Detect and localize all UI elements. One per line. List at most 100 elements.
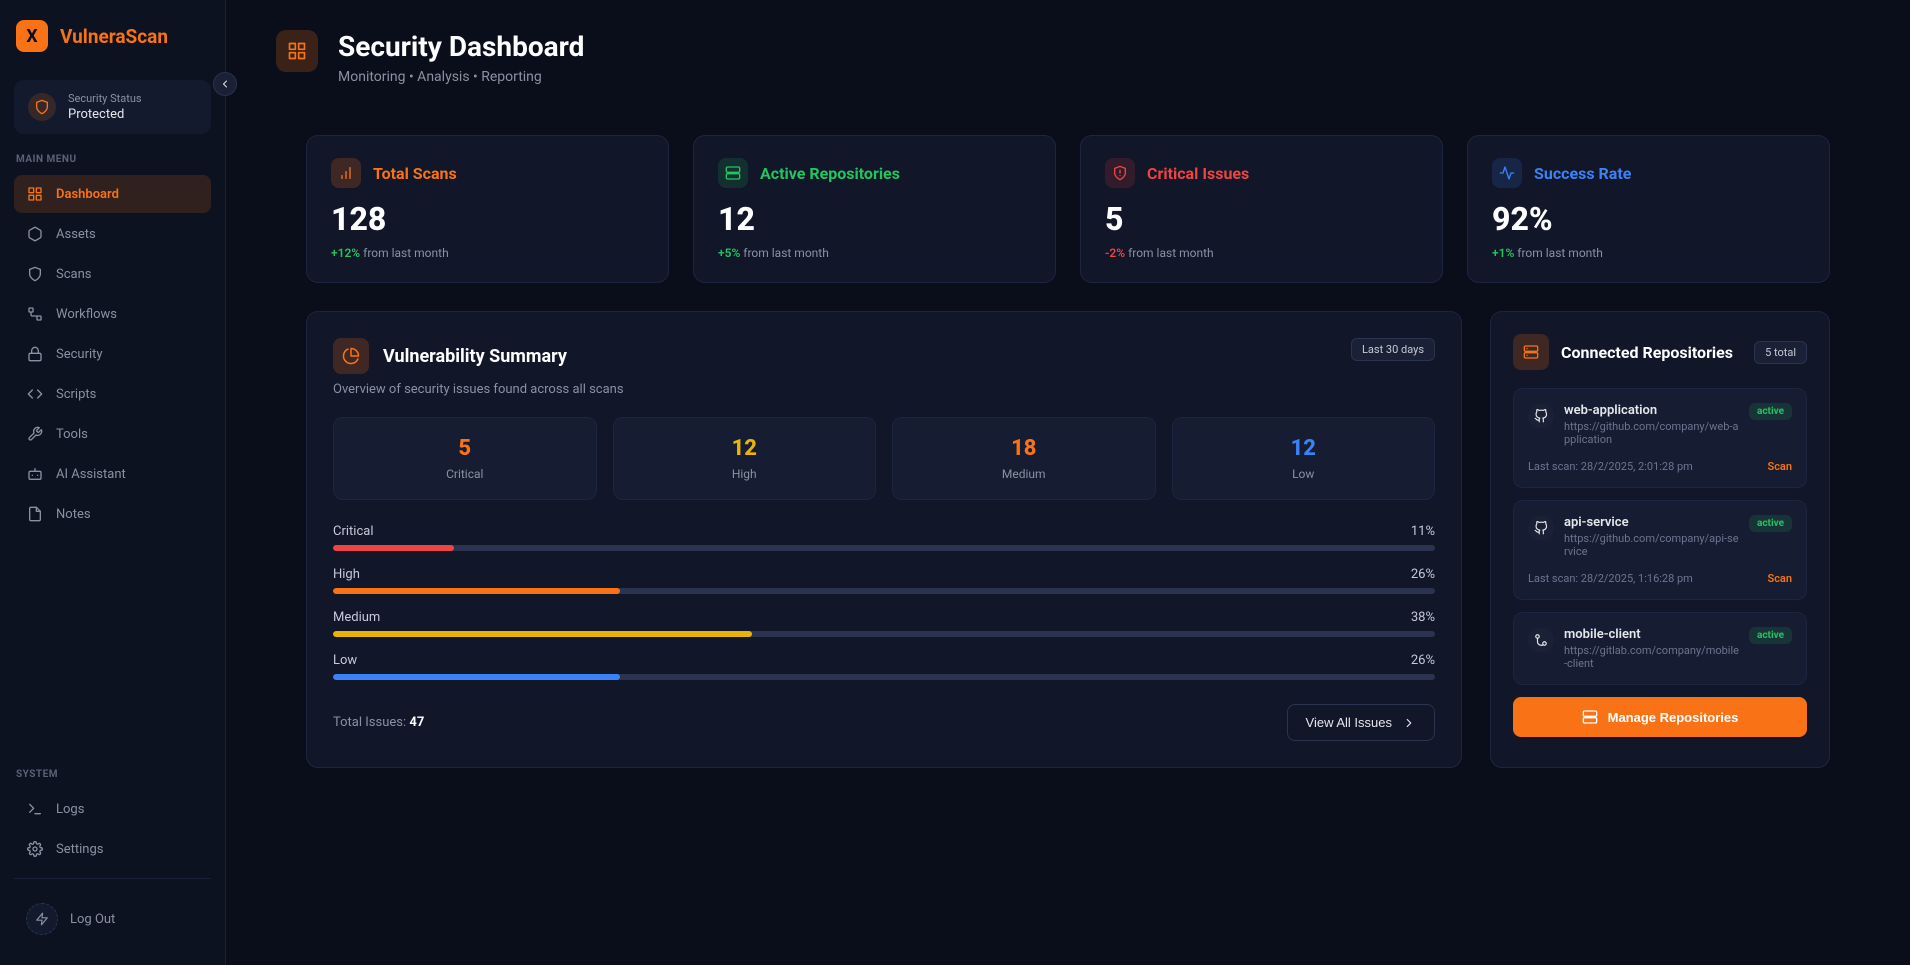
total-issues: Total Issues: 47 bbox=[333, 715, 424, 730]
bar-fill bbox=[333, 631, 752, 637]
sidebar-item-label: Tools bbox=[56, 427, 88, 442]
bot-icon bbox=[26, 465, 44, 483]
sidebar-item-security[interactable]: Security bbox=[14, 335, 211, 373]
stat-icon bbox=[1105, 158, 1135, 188]
repo-card[interactable]: web-applicationhttps://github.com/compan… bbox=[1513, 388, 1807, 488]
stat-label: Active Repositories bbox=[760, 164, 900, 183]
stat-change: +1% from last month bbox=[1492, 246, 1805, 260]
sidebar-item-logs[interactable]: Logs bbox=[14, 790, 211, 828]
stat-change: +12% from last month bbox=[331, 246, 644, 260]
progress-bar-item: Medium38% bbox=[333, 610, 1435, 637]
page-subtitle: Monitoring • Analysis • Reporting bbox=[338, 69, 584, 85]
panel-header: Vulnerability Summary Overview of securi… bbox=[333, 338, 1435, 397]
sidebar-item-scripts[interactable]: Scripts bbox=[14, 375, 211, 413]
stat-card: Active Repositories 12 +5% from last mon… bbox=[693, 135, 1056, 283]
shield-icon bbox=[26, 265, 44, 283]
last-scan-time: Last scan: 28/2/2025, 2:01:28 pm bbox=[1528, 460, 1693, 473]
page-title: Security Dashboard bbox=[338, 30, 584, 63]
severity-bars: Critical11%High26%Medium38%Low26% bbox=[333, 524, 1435, 680]
view-all-issues-button[interactable]: View All Issues bbox=[1287, 704, 1435, 741]
logout-button[interactable]: Log Out bbox=[14, 893, 211, 945]
sidebar-item-assets[interactable]: Assets bbox=[14, 215, 211, 253]
code-icon bbox=[26, 385, 44, 403]
server-icon bbox=[1513, 334, 1549, 370]
sidebar-item-ai-assistant[interactable]: AI Assistant bbox=[14, 455, 211, 493]
status-badge: active bbox=[1749, 627, 1792, 644]
repos-header: Connected Repositories 5 total bbox=[1513, 334, 1807, 370]
severity-card: 12Low bbox=[1172, 417, 1436, 500]
sidebar-item-settings[interactable]: Settings bbox=[14, 830, 211, 868]
content-row: Vulnerability Summary Overview of securi… bbox=[276, 311, 1860, 768]
stat-value: 128 bbox=[331, 200, 644, 238]
server-icon bbox=[1582, 709, 1598, 725]
sidebar-item-tools[interactable]: Tools bbox=[14, 415, 211, 453]
app-name: VulneraScan bbox=[60, 25, 168, 48]
repo-card[interactable]: api-servicehttps://github.com/company/ap… bbox=[1513, 500, 1807, 600]
repo-name: mobile-client bbox=[1564, 627, 1739, 642]
dashboard-icon bbox=[26, 185, 44, 203]
scan-action[interactable]: Scan bbox=[1767, 460, 1792, 473]
stat-value: 92% bbox=[1492, 200, 1805, 238]
last-scan-time: Last scan: 28/2/2025, 1:16:28 pm bbox=[1528, 572, 1693, 585]
panel-title: Vulnerability Summary bbox=[383, 346, 567, 367]
main-content: Security Dashboard Monitoring • Analysis… bbox=[226, 0, 1910, 965]
bar-label: Medium bbox=[333, 610, 380, 625]
main-menu-label: MAIN MENU bbox=[14, 154, 211, 165]
stat-value: 5 bbox=[1105, 200, 1418, 238]
bar-fill bbox=[333, 588, 620, 594]
repos-count-badge: 5 total bbox=[1754, 341, 1807, 364]
sidebar: X VulneraScan Security Status Protected … bbox=[0, 0, 226, 965]
terminal-icon bbox=[26, 800, 44, 818]
stat-icon bbox=[718, 158, 748, 188]
repo-card[interactable]: mobile-client https://gitlab.com/company/… bbox=[1513, 612, 1807, 685]
sidebar-item-label: Scripts bbox=[56, 387, 96, 402]
wrench-icon bbox=[26, 425, 44, 443]
repo-url: https://gitlab.com/company/mobile-client bbox=[1564, 644, 1739, 670]
sidebar-item-label: Logs bbox=[56, 802, 84, 817]
sidebar-item-scans[interactable]: Scans bbox=[14, 255, 211, 293]
stat-card: Success Rate 92% +1% from last month bbox=[1467, 135, 1830, 283]
sidebar-item-label: Scans bbox=[56, 267, 91, 282]
sidebar-item-label: Notes bbox=[56, 507, 91, 522]
sidebar-item-label: Security bbox=[56, 347, 103, 362]
logo[interactable]: X VulneraScan bbox=[0, 0, 225, 72]
shield-icon bbox=[28, 93, 56, 121]
stats-row: Total Scans 128 +12% from last month Act… bbox=[276, 135, 1860, 283]
chevron-left-icon bbox=[219, 78, 231, 90]
bar-fill bbox=[333, 545, 454, 551]
bar-percent: 26% bbox=[1411, 567, 1435, 582]
dashboard-icon bbox=[276, 30, 318, 72]
collapse-sidebar-button[interactable] bbox=[213, 72, 237, 96]
repositories-panel: Connected Repositories 5 total web-appli… bbox=[1490, 311, 1830, 768]
stat-label: Critical Issues bbox=[1147, 164, 1249, 183]
manage-repositories-button[interactable]: Manage Repositories bbox=[1513, 697, 1807, 737]
repo-url: https://github.com/company/api-service bbox=[1564, 532, 1739, 558]
zap-icon bbox=[26, 903, 58, 935]
vulnerability-panel: Vulnerability Summary Overview of securi… bbox=[306, 311, 1462, 768]
sidebar-item-dashboard[interactable]: Dashboard bbox=[14, 175, 211, 213]
stat-card: Total Scans 128 +12% from last month bbox=[306, 135, 669, 283]
repos-title: Connected Repositories bbox=[1561, 343, 1733, 362]
workflow-icon bbox=[26, 305, 44, 323]
logout-section: Log Out bbox=[0, 893, 225, 965]
sidebar-item-workflows[interactable]: Workflows bbox=[14, 295, 211, 333]
main-menu: MAIN MENU Dashboard Assets Scans Workflo… bbox=[0, 154, 225, 749]
scan-action[interactable]: Scan bbox=[1767, 572, 1792, 585]
bar-track bbox=[333, 674, 1435, 680]
severity-count: 12 bbox=[632, 436, 858, 461]
severity-card: 5Critical bbox=[333, 417, 597, 500]
bar-track bbox=[333, 588, 1435, 594]
button-label: View All Issues bbox=[1306, 715, 1392, 730]
sidebar-item-label: Dashboard bbox=[56, 187, 119, 202]
sidebar-item-notes[interactable]: Notes bbox=[14, 495, 211, 533]
bar-percent: 11% bbox=[1411, 524, 1435, 539]
status-badge: active bbox=[1749, 515, 1792, 532]
severity-cards: 5Critical12High18Medium12Low bbox=[333, 417, 1435, 500]
logo-mark: X bbox=[16, 20, 48, 52]
stat-label: Total Scans bbox=[373, 164, 457, 183]
severity-label: Critical bbox=[352, 467, 578, 481]
chevron-right-icon bbox=[1402, 716, 1416, 730]
stat-icon bbox=[331, 158, 361, 188]
button-label: Manage Repositories bbox=[1608, 710, 1739, 725]
period-badge: Last 30 days bbox=[1351, 338, 1435, 361]
